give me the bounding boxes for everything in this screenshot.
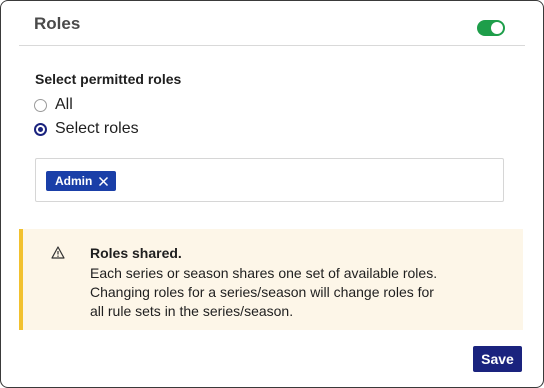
radio-all-label: All bbox=[55, 96, 73, 113]
roles-shared-notice: Roles shared. Each series or season shar… bbox=[19, 229, 523, 330]
panel-title: Roles bbox=[34, 14, 81, 33]
notice-line: Changing roles for a series/season will … bbox=[90, 284, 434, 300]
roles-toggle[interactable] bbox=[477, 20, 505, 36]
warning-icon bbox=[51, 246, 65, 259]
notice-body: Each series or season shares one set of … bbox=[90, 264, 510, 321]
notice-title: Roles shared. bbox=[90, 245, 182, 261]
notice-line: all rule sets in the series/season. bbox=[90, 303, 294, 319]
select-roles-label: Select permitted roles bbox=[35, 71, 182, 87]
radio-all[interactable] bbox=[34, 98, 47, 112]
radio-select-roles-label: Select roles bbox=[55, 120, 139, 137]
panel-header: Roles bbox=[19, 1, 525, 46]
radio-option-all[interactable]: All bbox=[34, 96, 73, 114]
roles-multiselect[interactable]: Admin bbox=[35, 158, 504, 202]
toggle-knob bbox=[491, 22, 503, 34]
radio-option-select-roles[interactable]: Select roles bbox=[34, 120, 139, 138]
roles-panel: Roles Select permitted roles All Select … bbox=[0, 0, 544, 388]
role-chip-admin: Admin bbox=[46, 171, 117, 191]
save-button[interactable]: Save bbox=[473, 346, 522, 372]
notice-line: Each series or season shares one set of … bbox=[90, 265, 438, 281]
radio-select-roles[interactable] bbox=[34, 122, 47, 136]
role-chip-label: Admin bbox=[55, 174, 93, 188]
close-icon[interactable] bbox=[98, 176, 109, 187]
